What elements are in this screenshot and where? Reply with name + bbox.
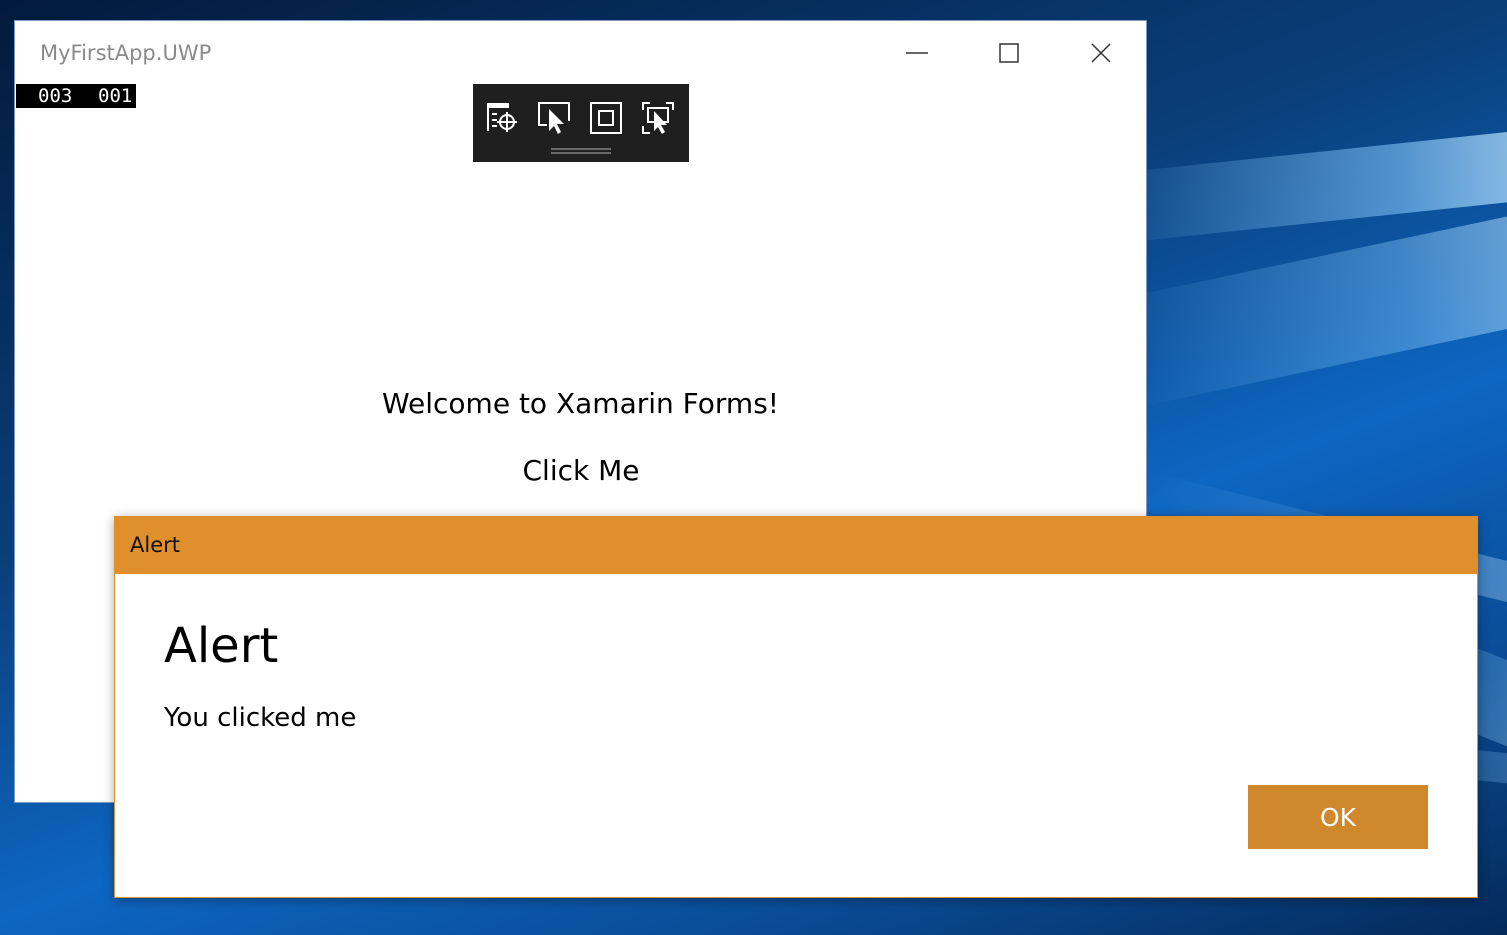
live-visual-tree-target-icon [487, 103, 517, 132]
select-element-icon [538, 102, 570, 134]
debug-tool-button[interactable] [535, 99, 573, 137]
close-icon [1091, 43, 1111, 63]
click-me-button[interactable]: Click Me [481, 445, 681, 495]
wallpaper-light-beam [1096, 122, 1507, 245]
ok-button[interactable]: OK [1248, 785, 1428, 849]
alert-dialog: Alert Alert You clicked me OK [114, 516, 1478, 898]
dialog-title: Alert [164, 618, 279, 674]
dialog-title-bar[interactable]: Alert [115, 517, 1477, 574]
welcome-label: Welcome to Xamarin Forms! [381, 387, 780, 420]
display-layout-adorners-icon [590, 102, 622, 134]
minimize-icon [906, 52, 928, 54]
frame-counter-value: 001 [98, 85, 133, 107]
debug-tool-button[interactable] [483, 99, 521, 137]
dialog-message: You clicked me [164, 703, 357, 733]
window-title: MyFirstApp.UWP [40, 41, 212, 65]
debug-toolbar [473, 84, 689, 162]
title-bar[interactable]: MyFirstApp.UWP [15, 21, 1146, 85]
dialog-titlebar-text: Alert [130, 533, 180, 557]
maximize-button[interactable] [979, 31, 1039, 75]
frame-rate-counter: 003 001 [16, 84, 136, 108]
debug-tool-button[interactable] [639, 99, 677, 137]
minimize-button[interactable] [887, 31, 947, 75]
debug-tool-button[interactable] [587, 99, 625, 137]
track-focus-icon [642, 102, 674, 134]
toolbar-drag-handle[interactable] [551, 148, 611, 154]
frame-counter-value: 003 [38, 85, 73, 107]
maximize-icon [999, 43, 1019, 63]
close-button[interactable] [1071, 31, 1131, 75]
